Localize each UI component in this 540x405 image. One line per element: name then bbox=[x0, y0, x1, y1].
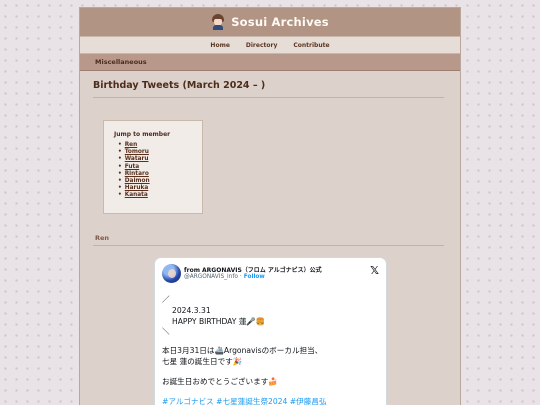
x-logo-icon[interactable]: 𝕏 bbox=[370, 264, 379, 277]
site-header: Sosui Archives bbox=[80, 8, 460, 36]
member-link-tomoru[interactable]: Tomoru bbox=[125, 149, 149, 155]
hashtag-link[interactable]: #アルゴナビス bbox=[162, 397, 214, 405]
tweet-handle-row: @ARGONAVIS_info · Follow bbox=[184, 274, 265, 280]
list-item: Ren bbox=[118, 142, 150, 149]
list-item: Futa bbox=[118, 164, 150, 171]
tweet-line-slash-bottom: ＼ bbox=[162, 327, 170, 336]
category-label[interactable]: Miscellaneous bbox=[95, 58, 147, 66]
site-title[interactable]: Sosui Archives bbox=[231, 15, 329, 29]
tweet-hashtags: #アルゴナビス #七星蓮誕生祭2024 #伊藤昌弘 bbox=[162, 396, 327, 405]
jump-to-member-box: Jump to member Ren Tomoru Wataru Futa Ri… bbox=[103, 120, 203, 214]
member-link-daimon[interactable]: Daimon bbox=[125, 178, 150, 184]
section-heading-ren: Ren bbox=[95, 234, 110, 242]
member-link-rintaro[interactable]: Rintaro bbox=[125, 171, 149, 177]
tweet-line-slash-top: ／ bbox=[162, 295, 170, 304]
tweet-line-3: お誕生日おめでとうございます🍰 bbox=[162, 377, 278, 386]
member-link-wataru[interactable]: Wataru bbox=[125, 156, 149, 162]
hashtag-link[interactable]: #七星蓮誕生祭2024 bbox=[216, 397, 287, 405]
avatar[interactable] bbox=[162, 264, 181, 283]
list-item: Daimon bbox=[118, 178, 150, 185]
nav-directory[interactable]: Directory bbox=[246, 42, 277, 49]
member-link-futa[interactable]: Futa bbox=[125, 164, 139, 170]
content-wrapper: Sosui Archives Home Directory Contribute… bbox=[80, 8, 460, 405]
tweet-line-date: 2024.3.31 bbox=[172, 306, 211, 315]
main-nav: Home Directory Contribute bbox=[80, 36, 460, 54]
tweet-line-happy: HAPPY BIRTHDAY 蓮🎤🍔 bbox=[172, 317, 266, 326]
tweet-handle[interactable]: @ARGONAVIS_info bbox=[184, 274, 238, 280]
tweet-author-name[interactable]: from ARGONAVIS（フロム アルゴナビス）公式 bbox=[184, 265, 322, 274]
category-bar: Miscellaneous bbox=[80, 54, 460, 71]
tweet-line-1: 本日3月31日は🚢Argonavisのボーカル担当、 bbox=[162, 346, 323, 355]
embedded-tweet[interactable]: from ARGONAVIS（フロム アルゴナビス）公式 @ARGONAVIS_… bbox=[154, 257, 387, 405]
tweet-line-2: 七星 蓮の誕生日です🎉 bbox=[162, 357, 243, 366]
nav-home[interactable]: Home bbox=[210, 42, 229, 49]
page-title: Birthday Tweets (March 2024 – ) bbox=[93, 80, 266, 91]
jump-heading: Jump to member bbox=[114, 131, 171, 138]
hashtag-link[interactable]: #伊藤昌弘 bbox=[290, 397, 327, 405]
list-item: Haruka bbox=[118, 185, 150, 192]
member-list: Ren Tomoru Wataru Futa Rintaro Daimon Ha… bbox=[118, 142, 150, 200]
member-link-haruka[interactable]: Haruka bbox=[125, 185, 149, 191]
list-item: Tomoru bbox=[118, 149, 150, 156]
follow-button[interactable]: Follow bbox=[244, 274, 265, 280]
mascot-icon bbox=[211, 14, 225, 30]
list-item: Wataru bbox=[118, 156, 150, 163]
member-link-ren[interactable]: Ren bbox=[125, 142, 138, 148]
list-item: Kanata bbox=[118, 192, 150, 199]
section-divider bbox=[93, 245, 444, 246]
nav-contribute[interactable]: Contribute bbox=[293, 42, 329, 49]
separator-dot: · bbox=[239, 274, 242, 280]
title-divider bbox=[93, 97, 444, 98]
list-item: Rintaro bbox=[118, 171, 150, 178]
member-link-kanata[interactable]: Kanata bbox=[125, 192, 148, 198]
